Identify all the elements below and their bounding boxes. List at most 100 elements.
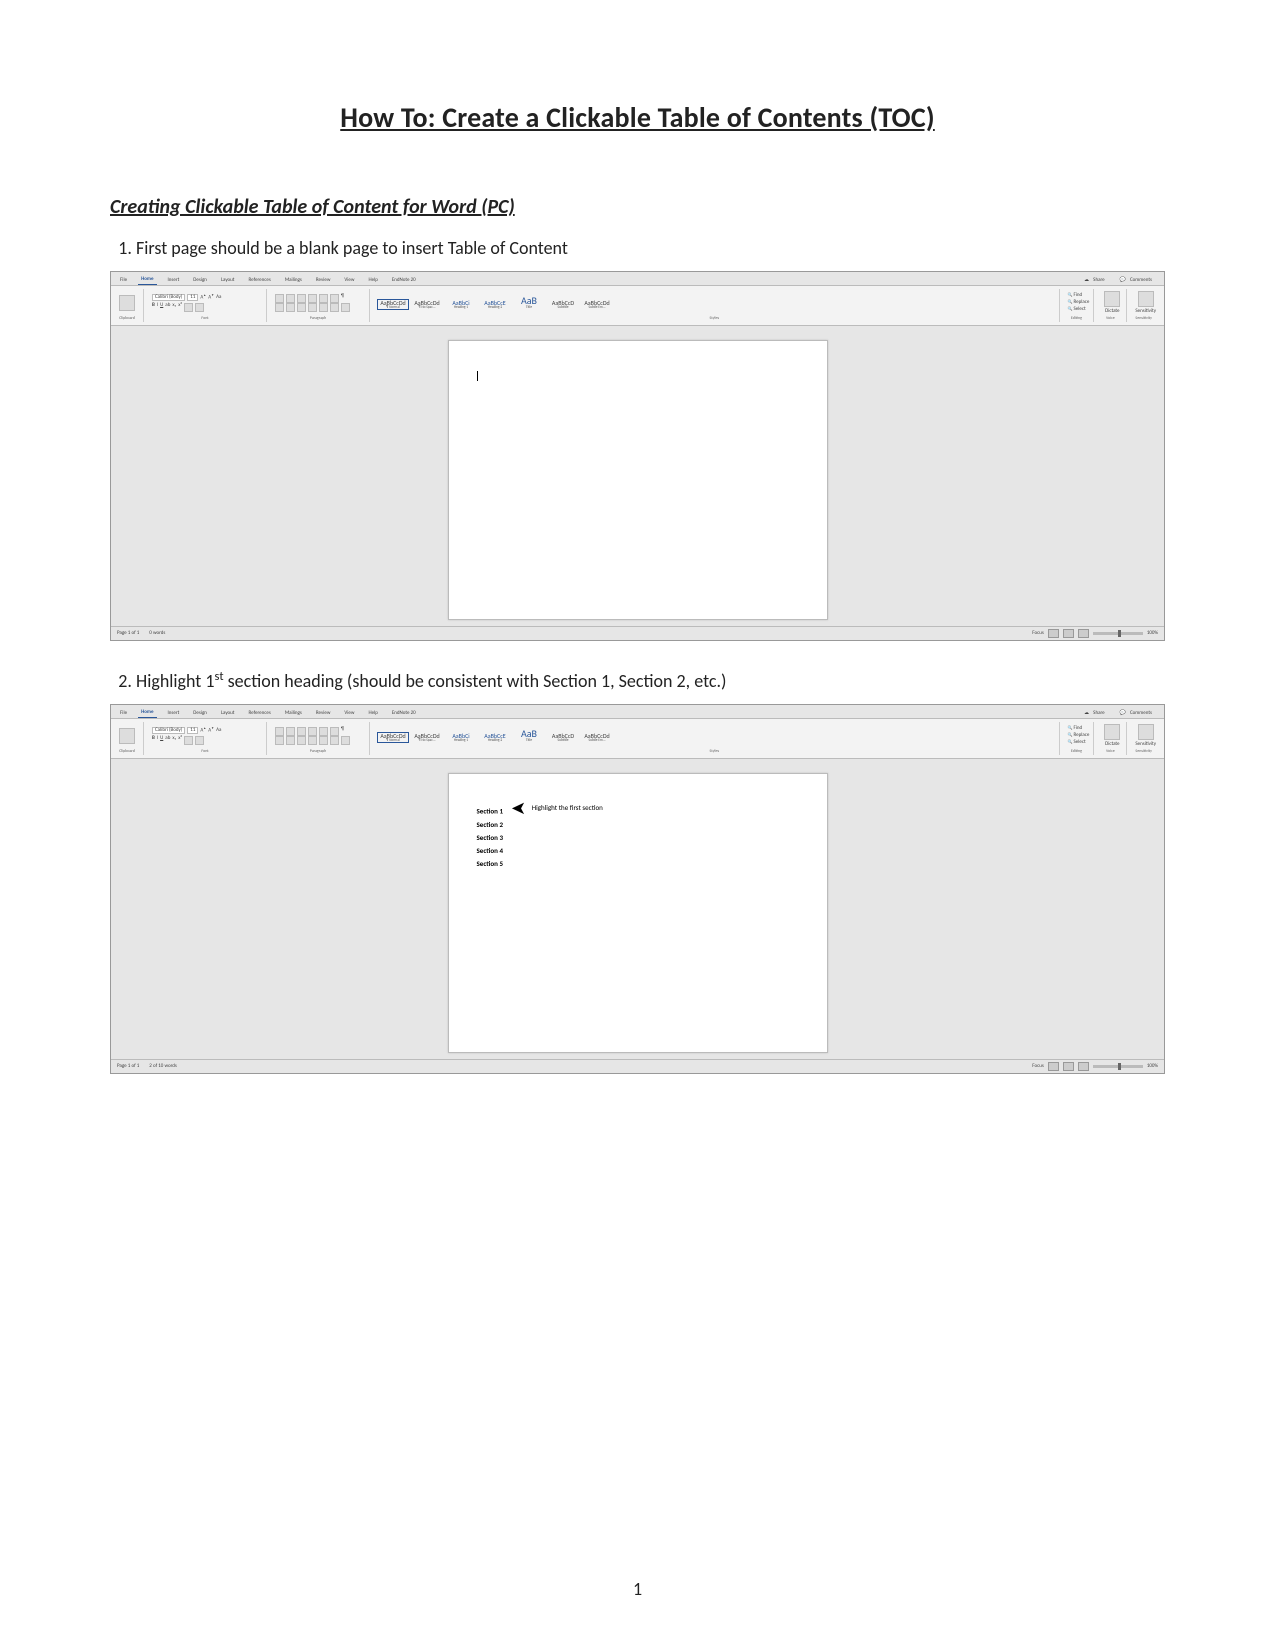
style-heading1[interactable]: AaBbCiHeading 1 — [446, 300, 476, 310]
shading-icon[interactable] — [330, 303, 339, 312]
focus-mode[interactable]: Focus — [1032, 631, 1044, 636]
view-web-icon[interactable] — [1078, 1062, 1089, 1071]
font-name-combo[interactable]: Calibri (Body) — [152, 727, 185, 734]
view-web-icon[interactable] — [1078, 629, 1089, 638]
share-button[interactable]: ☁ Share — [1081, 709, 1111, 718]
font-size-combo[interactable]: 11 — [187, 727, 198, 734]
style-normal[interactable]: AaBbCcDd¶ Normal — [378, 733, 408, 743]
share-button[interactable]: ☁ Share — [1081, 276, 1111, 285]
borders-icon[interactable] — [341, 303, 350, 312]
word-count[interactable]: 0 words — [149, 631, 165, 636]
tab-view[interactable]: View — [341, 276, 357, 285]
view-print-icon[interactable] — [1063, 1062, 1074, 1071]
ribbon-tab-strip: File Home Insert Design Layout Reference… — [111, 272, 1164, 285]
style-normal[interactable]: AaBbCcDd¶ Normal — [378, 300, 408, 310]
zoom-level[interactable]: 100% — [1147, 1064, 1158, 1069]
dictate-icon[interactable] — [1104, 291, 1120, 307]
comments-button[interactable]: 💬 Comments — [1117, 276, 1158, 285]
style-title[interactable]: AaBTitle — [514, 296, 544, 310]
group-font: Calibri (Body) 11 A▲A▼Aa B I U ab x₂x² F… — [148, 722, 267, 755]
italic-button[interactable]: I — [157, 303, 158, 312]
group-paragraph: ¶ Paragraph — [271, 722, 370, 755]
tab-insert[interactable]: Insert — [165, 276, 183, 285]
replace-button[interactable]: Replace — [1068, 300, 1090, 305]
tab-insert[interactable]: Insert — [165, 709, 183, 718]
strike-button[interactable]: ab — [165, 736, 170, 745]
zoom-slider[interactable] — [1093, 632, 1143, 635]
tab-help[interactable]: Help — [365, 709, 380, 718]
replace-button[interactable]: Replace — [1068, 733, 1090, 738]
select-button[interactable]: Select — [1068, 740, 1090, 745]
zoom-level[interactable]: 100% — [1147, 631, 1158, 636]
page-with-sections: Section 1 ➤ Highlight the first section … — [448, 773, 828, 1053]
section-heading: Section 3 — [477, 834, 799, 841]
page-indicator[interactable]: Page 1 of 1 — [117, 631, 139, 636]
sensitivity-icon[interactable] — [1138, 724, 1154, 740]
style-title[interactable]: AaBTitle — [514, 729, 544, 743]
group-sensitivity: Sensitivity Sensitivity — [1131, 289, 1160, 322]
word-count[interactable]: 2 of 10 words — [149, 1064, 177, 1069]
word-screenshot-1: File Home Insert Design Layout Reference… — [110, 271, 1165, 641]
font-color-icon[interactable] — [195, 303, 204, 312]
font-size-combo[interactable]: 11 — [187, 294, 198, 301]
underline-button[interactable]: U — [160, 303, 163, 312]
group-voice: Dictate Voice — [1098, 289, 1127, 322]
highlighted-section-heading[interactable]: Section 1 — [477, 807, 504, 816]
text-highlight-icon[interactable] — [184, 303, 193, 312]
tab-view[interactable]: View — [341, 709, 357, 718]
dictate-icon[interactable] — [1104, 724, 1120, 740]
style-nospacing[interactable]: AaBbCcDd¶ No Spac... — [412, 300, 442, 310]
paste-icon[interactable] — [119, 728, 135, 744]
sensitivity-icon[interactable] — [1138, 291, 1154, 307]
select-button[interactable]: Select — [1068, 307, 1090, 312]
page-indicator[interactable]: Page 1 of 1 — [117, 1064, 139, 1069]
tab-design[interactable]: Design — [190, 709, 210, 718]
tab-mailings[interactable]: Mailings — [282, 276, 305, 285]
tab-mailings[interactable]: Mailings — [282, 709, 305, 718]
bold-button[interactable]: B — [152, 303, 155, 312]
view-read-icon[interactable] — [1048, 629, 1059, 638]
tab-help[interactable]: Help — [365, 276, 380, 285]
tab-file[interactable]: File — [117, 276, 130, 285]
focus-mode[interactable]: Focus — [1032, 1064, 1044, 1069]
bold-button[interactable]: B — [152, 736, 155, 745]
tab-endnote[interactable]: EndNote 20 — [389, 709, 419, 718]
style-subtleem[interactable]: AaBbCcDdSubtle Em... — [582, 300, 612, 310]
ribbon: Clipboard Calibri (Body) 11 A▲A▼Aa B I U… — [111, 718, 1164, 759]
underline-button[interactable]: U — [160, 736, 163, 745]
tab-layout[interactable]: Layout — [218, 276, 238, 285]
comments-button[interactable]: 💬 Comments — [1117, 709, 1158, 718]
text-highlight-icon[interactable] — [184, 736, 193, 745]
font-color-icon[interactable] — [195, 736, 204, 745]
italic-button[interactable]: I — [157, 736, 158, 745]
document-canvas[interactable]: Section 1 ➤ Highlight the first section … — [111, 759, 1164, 1059]
document-canvas[interactable] — [111, 326, 1164, 626]
tab-references[interactable]: References — [246, 709, 274, 718]
group-editing: Find Replace Select Editing — [1064, 722, 1095, 755]
find-button[interactable]: Find — [1068, 726, 1090, 731]
view-read-icon[interactable] — [1048, 1062, 1059, 1071]
style-heading2[interactable]: AaBbCcEHeading 2 — [480, 300, 510, 310]
view-print-icon[interactable] — [1063, 629, 1074, 638]
tab-design[interactable]: Design — [190, 276, 210, 285]
tab-endnote[interactable]: EndNote 20 — [389, 276, 419, 285]
style-heading1[interactable]: AaBbCiHeading 1 — [446, 733, 476, 743]
style-nospacing[interactable]: AaBbCcDd¶ No Spac... — [412, 733, 442, 743]
style-subtleem[interactable]: AaBbCcDdSubtle Em... — [582, 733, 612, 743]
paste-icon[interactable] — [119, 295, 135, 311]
font-name-combo[interactable]: Calibri (Body) — [152, 294, 185, 301]
zoom-slider[interactable] — [1093, 1065, 1143, 1068]
style-heading2[interactable]: AaBbCcEHeading 2 — [480, 733, 510, 743]
tab-layout[interactable]: Layout — [218, 709, 238, 718]
tab-home[interactable]: Home — [138, 275, 156, 285]
find-button[interactable]: Find — [1068, 293, 1090, 298]
tab-file[interactable]: File — [117, 709, 130, 718]
strike-button[interactable]: ab — [165, 303, 170, 312]
group-clipboard: Clipboard — [115, 289, 144, 322]
tab-references[interactable]: References — [246, 276, 274, 285]
tab-review[interactable]: Review — [313, 709, 334, 718]
tab-home[interactable]: Home — [138, 708, 156, 718]
style-subtitle[interactable]: AaBbCcDSubtitle — [548, 300, 578, 310]
tab-review[interactable]: Review — [313, 276, 334, 285]
style-subtitle[interactable]: AaBbCcDSubtitle — [548, 733, 578, 743]
